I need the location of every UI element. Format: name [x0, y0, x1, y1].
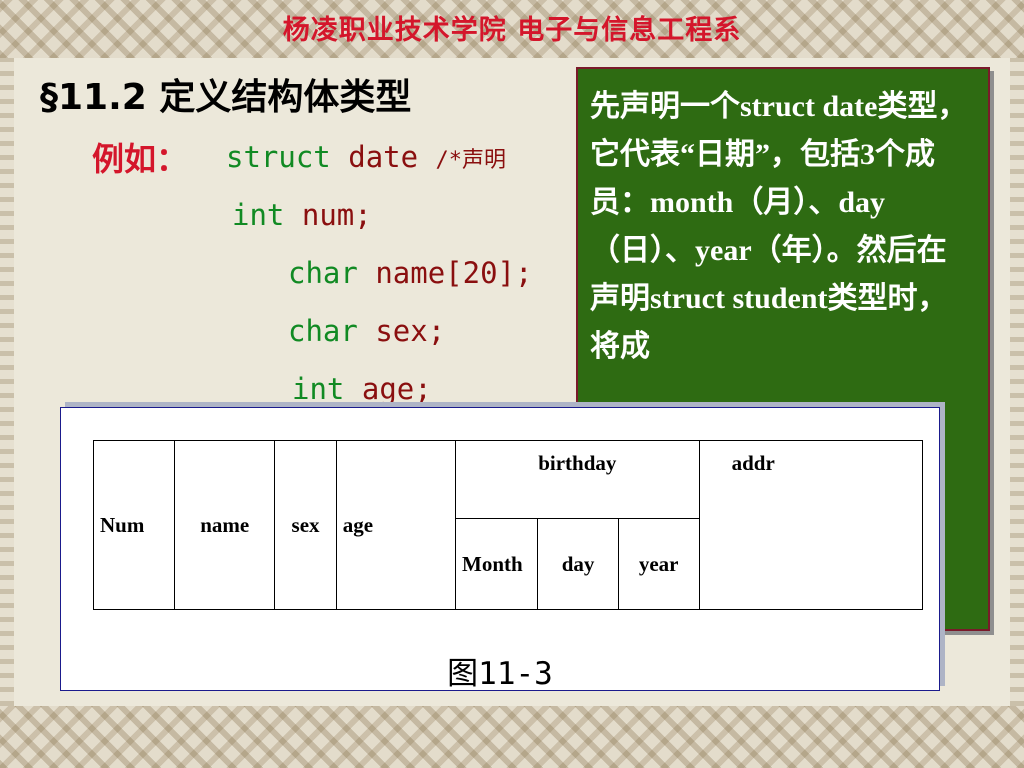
type-keyword: char — [288, 256, 358, 290]
slide-header: 杨凌职业技术学院 电子与信息工程系 — [282, 15, 742, 46]
member-decl: name[20]; — [375, 256, 533, 290]
type-keyword: int — [292, 372, 345, 406]
struct-diagram-table: Num name sex age birthday addr Month day… — [92, 440, 924, 610]
member-decl: num; — [301, 198, 372, 232]
column-addr: addr — [698, 440, 924, 610]
code-line-name: char name[20]; — [288, 256, 532, 290]
code-line-struct: struct date /*声明 — [226, 140, 506, 174]
sub-column-day: day — [537, 518, 619, 610]
column-sex: sex — [274, 440, 337, 610]
column-birthday: birthday — [455, 440, 700, 519]
type-keyword: int — [232, 198, 285, 232]
decorative-border-right — [1010, 58, 1024, 706]
code-line-num: int num; — [232, 198, 372, 232]
code-comment: /*声明 — [435, 148, 507, 173]
column-num: Num — [92, 440, 176, 610]
figure-caption: 图11-3 — [447, 656, 553, 692]
callout-text: 先声明一个struct date类型，它代表“日期”，包括3个成员：month（… — [590, 90, 968, 363]
member-decl: sex; — [375, 314, 446, 348]
type-keyword: char — [288, 314, 358, 348]
struct-keyword: struct — [226, 140, 331, 174]
section-title: §11.2 定义结构体类型 — [40, 77, 412, 118]
code-line-sex: char sex; — [288, 314, 445, 348]
code-line-age: int age; — [292, 372, 432, 406]
sub-column-year: year — [617, 518, 700, 610]
example-label: 例如： — [92, 140, 189, 178]
structure-figure: Num name sex age birthday addr Month day… — [60, 407, 940, 692]
member-decl: age; — [361, 372, 432, 406]
struct-name: date — [348, 140, 419, 174]
column-age: age — [335, 440, 457, 610]
column-name: name — [174, 440, 276, 610]
decorative-border-left — [0, 58, 14, 706]
decorative-border-bottom — [0, 706, 1024, 768]
sub-column-month: Month — [455, 518, 539, 610]
